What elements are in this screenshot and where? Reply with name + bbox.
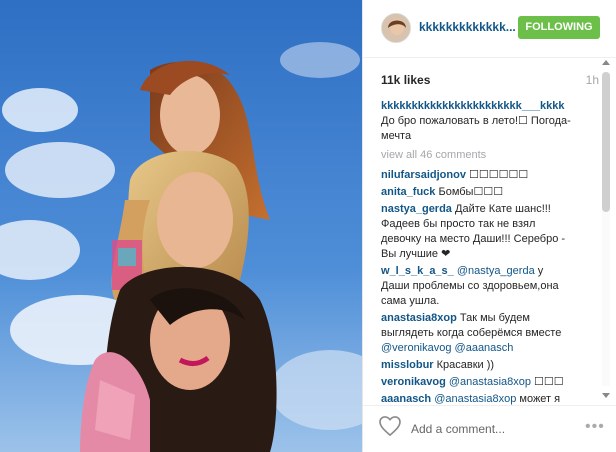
comment-username[interactable]: aaanasch [381,393,431,405]
comment-username[interactable]: misslobur [381,359,434,371]
comment: misslobur Красавки )) [381,358,571,373]
comment-text: ☐☐☐☐☐☐ [469,169,529,181]
likes-count[interactable]: 11k likes [381,73,430,87]
scroll-up-arrow-icon[interactable] [602,60,610,65]
scrollbar-thumb[interactable] [602,72,610,212]
comments-scrollbar[interactable] [599,60,613,398]
heart-icon[interactable] [379,416,401,441]
scrollbar-track[interactable] [602,72,610,386]
comment-username[interactable]: nilufarsaidjonov [381,169,466,181]
comment-mention[interactable]: @anastasia8xop [434,393,516,405]
avatar[interactable] [381,13,411,43]
comments-feed: kkkkkkkkkkkkkkkkkkkkkkk___kkkk До бро по… [381,99,571,409]
comment-username[interactable]: veronikavog [381,376,446,388]
post-meta: 11k likes 1h [381,73,599,87]
comment: veronikavog @anastasia8xop ☐☐☐ [381,375,571,390]
comment: anita_fuck Бомбы☐☐☐ [381,185,571,200]
add-comment-input[interactable]: Add a comment... [411,422,505,436]
post-header: kkkkkkkkkkkkk... FOLLOWING [363,0,616,58]
comment: anastasia8xop Так мы будем выглядеть ког… [381,311,571,356]
comment: nastya_gerda Дайте Кате шанс!!! Фадеев б… [381,202,571,262]
caption-text: До бро пожаловать в лето!☐ Погода-мечта [381,115,571,142]
post-photo[interactable] [0,0,362,452]
comment-text: Красавки )) [436,359,495,371]
post-sidebar: kkkkkkkkkkkkk... FOLLOWING 11k likes 1h … [362,0,616,452]
photo-image [0,0,362,452]
post-footer: Add a comment... ••• [363,405,616,452]
caption: kkkkkkkkkkkkkkkkkkkkkkk___kkkk До бро по… [381,99,571,144]
post-username[interactable]: kkkkkkkkkkkkk... [419,20,516,34]
comment-text: может я [519,393,561,405]
caption-username[interactable]: kkkkkkkkkkkkkkkkkkkkkkk___kkkk [381,100,565,112]
comment-mention[interactable]: @anastasia8xop [449,376,531,388]
comment-text: ☐☐☐ [534,376,564,388]
scroll-down-arrow-icon[interactable] [602,393,610,398]
more-options-icon[interactable]: ••• [585,418,605,436]
following-button[interactable]: FOLLOWING [518,16,600,39]
comment: nilufarsaidjonov ☐☐☐☐☐☐ [381,168,571,183]
comment-username[interactable]: anita_fuck [381,186,435,198]
comment: w_l_s_k_a_s_ @nastya_gerda у Даши пробле… [381,264,571,309]
view-all-comments-link[interactable]: view all 46 comments [381,148,571,163]
comment-mention[interactable]: @veronikavog @aaanasch [381,342,513,354]
post-age: 1h [585,73,599,87]
comment-username[interactable]: anastasia8xop [381,312,457,324]
comment-username[interactable]: w_l_s_k_a_s_ [381,265,454,277]
comment-mention[interactable]: @nastya_gerda [457,265,535,277]
comment-username[interactable]: nastya_gerda [381,203,452,215]
comment-text: Бомбы☐☐☐ [438,186,504,198]
